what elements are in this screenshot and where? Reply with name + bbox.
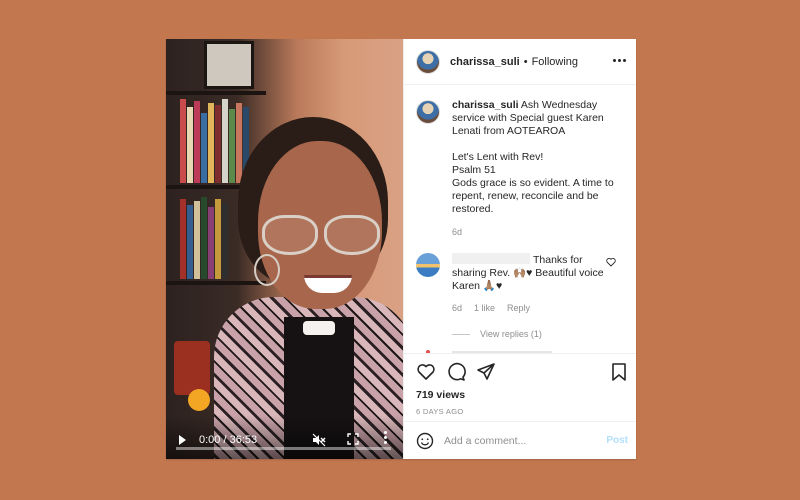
following-button[interactable]: Following (532, 56, 578, 68)
heart-icon[interactable] (416, 362, 436, 382)
caption-time[interactable]: 6d (452, 226, 617, 239)
fullscreen-icon[interactable] (347, 433, 359, 445)
comment: Thanks for sharing Rev. 🙌🏽♥ Beautiful vo… (416, 253, 624, 315)
caption-line-3: Let's Lent with Rev! (452, 151, 544, 163)
clerical-collar (303, 321, 335, 335)
shelf (166, 91, 266, 95)
play-icon[interactable] (179, 435, 186, 445)
video-progress-bar[interactable] (176, 447, 391, 450)
comment-icon[interactable] (446, 362, 466, 382)
caption-avatar[interactable] (416, 100, 440, 124)
instagram-post: 0:00 / 36:53 charissa_suli • Following c… (166, 39, 636, 459)
more-options-icon[interactable] (613, 59, 626, 62)
post-actions: 719 views 6 DAYS AGO (404, 353, 636, 421)
video-player[interactable]: 0:00 / 36:53 (166, 39, 403, 459)
video-time: 0:00 / 36:53 (199, 434, 258, 446)
post-date[interactable]: 6 DAYS AGO (416, 407, 624, 416)
caption: charissa_suli Ash Wednesday service with… (416, 99, 624, 239)
share-icon[interactable] (476, 362, 496, 382)
shelf (166, 281, 266, 285)
comment-input[interactable] (444, 434, 594, 447)
view-replies-label: View replies (1) (480, 329, 542, 339)
reply-button[interactable]: Reply (507, 302, 530, 315)
video-more-icon[interactable] (384, 431, 388, 447)
comment-avatar[interactable] (416, 253, 440, 277)
caption-line-5: Gods grace is so evident. A time to repe… (452, 177, 614, 215)
glasses (260, 215, 386, 257)
comment-likes[interactable]: 1 like (474, 302, 495, 315)
post-panel: charissa_suli • Following charissa_suli … (403, 39, 636, 459)
picture-frame (204, 41, 254, 89)
replies-line (452, 333, 470, 335)
avatar[interactable] (416, 49, 440, 74)
separator-dot: • (523, 55, 528, 68)
comment-time[interactable]: 6d (452, 302, 462, 315)
view-replies-button[interactable]: View replies (1) (452, 329, 624, 339)
comments-area[interactable]: charissa_suli Ash Wednesday service with… (404, 85, 636, 353)
post-header: charissa_suli • Following (404, 39, 636, 85)
redacted-username (452, 253, 530, 264)
view-count[interactable]: 719 views (416, 389, 624, 401)
caption-line-4: Psalm 51 (452, 164, 496, 176)
comment-like-icon[interactable] (606, 257, 616, 267)
video-controls: 0:00 / 36:53 (166, 415, 403, 459)
mute-icon[interactable] (312, 433, 326, 447)
emoji-icon[interactable] (416, 432, 434, 450)
caption-username[interactable]: charissa_suli (452, 99, 519, 111)
books-row (180, 99, 249, 183)
add-comment-bar: Post (404, 421, 636, 459)
lamp-glow (188, 389, 210, 411)
lamp (174, 341, 210, 395)
post-comment-button[interactable]: Post (606, 435, 628, 446)
earring (254, 254, 280, 286)
bookmark-icon[interactable] (610, 362, 628, 382)
books-row (180, 197, 228, 279)
header-username[interactable]: charissa_suli (450, 56, 520, 68)
